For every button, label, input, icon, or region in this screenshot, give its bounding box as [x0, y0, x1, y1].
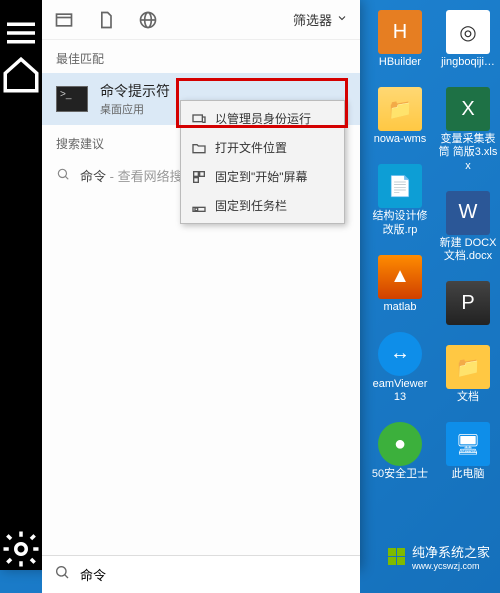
- settings-gear-icon[interactable]: [0, 528, 42, 570]
- filter-button[interactable]: 筛选器: [293, 10, 348, 29]
- filter-label: 筛选器: [293, 10, 332, 29]
- hamburger-icon[interactable]: [0, 12, 42, 54]
- context-open-location[interactable]: 打开文件位置: [181, 133, 344, 162]
- folder1-icon: 📁: [378, 87, 422, 131]
- jing-icon: ◎: [446, 10, 490, 54]
- desktop-icon-label: jingboqiji…: [441, 56, 495, 69]
- desktop-icon-ppt[interactable]: P: [438, 281, 498, 327]
- desktop-icon-label: HBuilder: [379, 56, 421, 69]
- context-pin-start[interactable]: 固定到"开始"屏幕: [181, 162, 344, 191]
- desktop-icon-hbuilder[interactable]: H HBuilder: [370, 10, 430, 69]
- pin-start-icon: [191, 169, 207, 185]
- desktop-icon-label: 50安全卫士: [372, 468, 428, 481]
- chevron-down-icon: [336, 12, 348, 27]
- desktop-icon-docs[interactable]: 📁 文档: [438, 345, 498, 404]
- search-input[interactable]: [80, 567, 348, 582]
- context-open-location-label: 打开文件位置: [215, 139, 287, 156]
- hbuilder-icon: H: [378, 10, 422, 54]
- search-icon: [56, 167, 70, 184]
- best-match-subtitle: 桌面应用: [100, 101, 170, 117]
- best-match-title: 命令提示符: [100, 81, 170, 101]
- context-run-as-admin[interactable]: 以管理员身份运行: [181, 104, 344, 133]
- rp1-icon: 📄: [378, 164, 422, 208]
- desktop-icon-label: 变量采集表筒 简版3.xlsx: [438, 133, 498, 173]
- desktop-icon-label: matlab: [383, 301, 416, 314]
- docs-icon: 📁: [446, 345, 490, 389]
- desktop-icon-label: 文档: [457, 391, 479, 404]
- desktop-icon-thispc[interactable]: 🖥 此电脑: [438, 422, 498, 481]
- context-pin-start-label: 固定到"开始"屏幕: [215, 168, 308, 185]
- context-pin-taskbar-label: 固定到任务栏: [215, 197, 287, 214]
- home-icon[interactable]: [0, 54, 42, 96]
- desktop-icons-col1: H HBuilder 📁 nowa-wms 📄结构设计修改版.rp ▲ matlab ↔eam…: [370, 10, 430, 482]
- pin-taskbar-icon: [191, 198, 207, 214]
- desktop-icon-rp1[interactable]: 📄结构设计修改版.rp: [370, 164, 430, 236]
- suggestion-hint: - 查看网络搜: [106, 169, 183, 184]
- desktop-icon-teamviewer[interactable]: ↔eamViewer 13: [370, 332, 430, 404]
- admin-shield-icon: [191, 111, 207, 127]
- desktop-icon-label: nowa-wms: [374, 133, 427, 146]
- suggestion-term: 命令: [80, 169, 106, 184]
- thispc-icon: 🖥: [446, 422, 490, 466]
- left-rail: [0, 0, 42, 570]
- desktop-icon-xlsx[interactable]: X变量采集表筒 简版3.xlsx: [438, 87, 498, 173]
- desktop-icons-col2: ◎ jingboqiji… X变量采集表筒 简版3.xlsx W新建 DOCX 文档.…: [438, 10, 498, 482]
- desktop-icon-docx[interactable]: W新建 DOCX 文档.docx: [438, 191, 498, 263]
- context-pin-taskbar[interactable]: 固定到任务栏: [181, 191, 344, 220]
- documents-tab-icon[interactable]: [96, 10, 116, 30]
- desktop-icon-jing[interactable]: ◎ jingboqiji…: [438, 10, 498, 69]
- apps-tab-icon[interactable]: [54, 10, 74, 30]
- context-run-as-admin-label: 以管理员身份运行: [215, 110, 311, 127]
- xlsx-icon: X: [446, 87, 490, 131]
- desktop-icon-matlab[interactable]: ▲ matlab: [370, 255, 430, 314]
- desktop-icon-folder1[interactable]: 📁 nowa-wms: [370, 87, 430, 146]
- tabs-row: 筛选器: [42, 0, 360, 40]
- matlab-icon: ▲: [378, 255, 422, 299]
- desktop-icon-360[interactable]: ● 50安全卫士: [370, 422, 430, 481]
- desktop-icon-label: eamViewer 13: [370, 378, 430, 404]
- ppt-icon: P: [446, 281, 490, 325]
- 360-icon: ●: [378, 422, 422, 466]
- best-match-label: 最佳匹配: [42, 40, 360, 73]
- start-search-panel: 筛选器 最佳匹配 命令提示符 桌面应用 搜索建议 命令 - 查看网络搜: [0, 0, 360, 570]
- teamviewer-icon: ↔: [378, 332, 422, 376]
- desktop-icon-label: 结构设计修改版.rp: [370, 210, 430, 236]
- context-menu: 以管理员身份运行 打开文件位置 固定到"开始"屏幕 固定到任务栏: [180, 100, 345, 224]
- docx-icon: W: [446, 191, 490, 235]
- desktop-icon-label: 此电脑: [452, 468, 485, 481]
- search-results-panel: 筛选器 最佳匹配 命令提示符 桌面应用 搜索建议 命令 - 查看网络搜: [42, 0, 360, 570]
- search-bar[interactable]: [42, 555, 360, 593]
- cmd-prompt-icon: [56, 86, 88, 112]
- desktop-icon-label: 新建 DOCX 文档.docx: [438, 237, 498, 263]
- search-icon: [54, 564, 70, 585]
- folder-open-icon: [191, 140, 207, 156]
- web-tab-icon[interactable]: [138, 10, 158, 30]
